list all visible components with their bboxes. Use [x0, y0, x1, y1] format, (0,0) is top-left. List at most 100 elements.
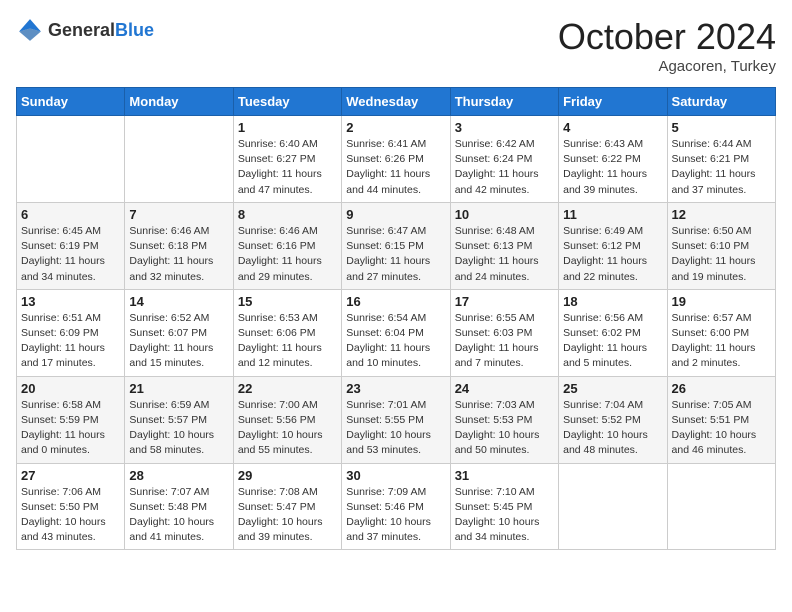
calendar-cell: 6 Sunrise: 6:45 AMSunset: 6:19 PMDaylight… [17, 202, 125, 289]
calendar-cell [17, 116, 125, 203]
calendar-cell: 21 Sunrise: 6:59 AMSunset: 5:57 PMDayligh… [125, 376, 233, 463]
day-info: Sunrise: 6:50 AMSunset: 6:10 PMDaylight:… [672, 224, 771, 285]
day-info: Sunrise: 7:03 AMSunset: 5:53 PMDaylight:… [455, 398, 554, 459]
day-info: Sunrise: 6:45 AMSunset: 6:19 PMDaylight:… [21, 224, 120, 285]
calendar-cell: 27 Sunrise: 7:06 AMSunset: 5:50 PMDayligh… [17, 463, 125, 550]
day-info: Sunrise: 6:44 AMSunset: 6:21 PMDaylight:… [672, 137, 771, 198]
day-number: 4 [563, 120, 662, 135]
title-block: October 2024 Agacoren, Turkey [558, 16, 776, 75]
col-header-friday: Friday [559, 88, 667, 116]
logo-blue-text: Blue [115, 20, 154, 40]
day-info: Sunrise: 6:46 AMSunset: 6:16 PMDaylight:… [238, 224, 337, 285]
location-subtitle: Agacoren, Turkey [558, 58, 776, 75]
calendar-cell: 17 Sunrise: 6:55 AMSunset: 6:03 PMDayligh… [450, 289, 558, 376]
calendar-cell: 13Sunrise: 6:51 AMSunset: 6:09 PMDayligh… [17, 289, 125, 376]
week-row-2: 6 Sunrise: 6:45 AMSunset: 6:19 PMDaylight… [17, 202, 776, 289]
logo-general-text: General [48, 20, 115, 40]
day-info: Sunrise: 7:10 AMSunset: 5:45 PMDaylight:… [455, 485, 554, 546]
day-info: Sunrise: 6:52 AMSunset: 6:07 PMDaylight:… [129, 311, 228, 372]
calendar-cell [667, 463, 775, 550]
page-header: GeneralBlue October 2024 Agacoren, Turke… [16, 16, 776, 75]
day-info: Sunrise: 6:54 AMSunset: 6:04 PMDaylight:… [346, 311, 445, 372]
logo-icon [16, 16, 44, 44]
day-number: 29 [238, 468, 337, 483]
day-info: Sunrise: 7:06 AMSunset: 5:50 PMDaylight:… [21, 485, 120, 546]
day-number: 21 [129, 381, 228, 396]
calendar-cell: 28Sunrise: 7:07 AMSunset: 5:48 PMDayligh… [125, 463, 233, 550]
day-number: 23 [346, 381, 445, 396]
calendar-table: SundayMondayTuesdayWednesdayThursdayFrid… [16, 87, 776, 550]
calendar-cell [125, 116, 233, 203]
day-number: 12 [672, 207, 771, 222]
day-number: 17 [455, 294, 554, 309]
week-row-3: 13Sunrise: 6:51 AMSunset: 6:09 PMDayligh… [17, 289, 776, 376]
week-row-1: 1 Sunrise: 6:40 AMSunset: 6:27 PMDaylight… [17, 116, 776, 203]
day-number: 13 [21, 294, 120, 309]
calendar-cell: 20 Sunrise: 6:58 AMSunset: 5:59 PMDayligh… [17, 376, 125, 463]
day-info: Sunrise: 7:00 AMSunset: 5:56 PMDaylight:… [238, 398, 337, 459]
day-number: 16 [346, 294, 445, 309]
day-number: 19 [672, 294, 771, 309]
calendar-cell: 15 Sunrise: 6:53 AMSunset: 6:06 PMDayligh… [233, 289, 341, 376]
day-info: Sunrise: 6:59 AMSunset: 5:57 PMDaylight:… [129, 398, 228, 459]
day-number: 18 [563, 294, 662, 309]
day-number: 9 [346, 207, 445, 222]
calendar-cell: 30 Sunrise: 7:09 AMSunset: 5:46 PMDayligh… [342, 463, 450, 550]
day-number: 3 [455, 120, 554, 135]
day-info: Sunrise: 7:01 AMSunset: 5:55 PMDaylight:… [346, 398, 445, 459]
day-info: Sunrise: 6:55 AMSunset: 6:03 PMDaylight:… [455, 311, 554, 372]
day-info: Sunrise: 7:04 AMSunset: 5:52 PMDaylight:… [563, 398, 662, 459]
day-number: 15 [238, 294, 337, 309]
calendar-cell: 2 Sunrise: 6:41 AMSunset: 6:26 PMDaylight… [342, 116, 450, 203]
day-info: Sunrise: 6:53 AMSunset: 6:06 PMDaylight:… [238, 311, 337, 372]
day-info: Sunrise: 6:40 AMSunset: 6:27 PMDaylight:… [238, 137, 337, 198]
calendar-cell: 7Sunrise: 6:46 AMSunset: 6:18 PMDaylight… [125, 202, 233, 289]
day-number: 2 [346, 120, 445, 135]
day-info: Sunrise: 7:05 AMSunset: 5:51 PMDaylight:… [672, 398, 771, 459]
col-header-tuesday: Tuesday [233, 88, 341, 116]
day-number: 24 [455, 381, 554, 396]
day-number: 1 [238, 120, 337, 135]
day-info: Sunrise: 6:42 AMSunset: 6:24 PMDaylight:… [455, 137, 554, 198]
day-number: 11 [563, 207, 662, 222]
day-number: 6 [21, 207, 120, 222]
col-header-monday: Monday [125, 88, 233, 116]
day-info: Sunrise: 6:49 AMSunset: 6:12 PMDaylight:… [563, 224, 662, 285]
calendar-cell: 16 Sunrise: 6:54 AMSunset: 6:04 PMDayligh… [342, 289, 450, 376]
day-info: Sunrise: 6:58 AMSunset: 5:59 PMDaylight:… [21, 398, 120, 459]
day-info: Sunrise: 7:08 AMSunset: 5:47 PMDaylight:… [238, 485, 337, 546]
day-info: Sunrise: 7:09 AMSunset: 5:46 PMDaylight:… [346, 485, 445, 546]
calendar-cell: 22Sunrise: 7:00 AMSunset: 5:56 PMDayligh… [233, 376, 341, 463]
calendar-cell: 23 Sunrise: 7:01 AMSunset: 5:55 PMDayligh… [342, 376, 450, 463]
calendar-cell: 1 Sunrise: 6:40 AMSunset: 6:27 PMDaylight… [233, 116, 341, 203]
day-number: 10 [455, 207, 554, 222]
col-header-saturday: Saturday [667, 88, 775, 116]
day-number: 30 [346, 468, 445, 483]
calendar-cell [559, 463, 667, 550]
col-header-thursday: Thursday [450, 88, 558, 116]
calendar-cell: 12 Sunrise: 6:50 AMSunset: 6:10 PMDayligh… [667, 202, 775, 289]
calendar-cell: 8Sunrise: 6:46 AMSunset: 6:16 PMDaylight… [233, 202, 341, 289]
calendar-cell: 3 Sunrise: 6:42 AMSunset: 6:24 PMDaylight… [450, 116, 558, 203]
calendar-cell: 10 Sunrise: 6:48 AMSunset: 6:13 PMDayligh… [450, 202, 558, 289]
calendar-cell: 29 Sunrise: 7:08 AMSunset: 5:47 PMDayligh… [233, 463, 341, 550]
day-info: Sunrise: 6:47 AMSunset: 6:15 PMDaylight:… [346, 224, 445, 285]
calendar-cell: 24 Sunrise: 7:03 AMSunset: 5:53 PMDayligh… [450, 376, 558, 463]
col-header-wednesday: Wednesday [342, 88, 450, 116]
day-number: 28 [129, 468, 228, 483]
calendar-cell: 25Sunrise: 7:04 AMSunset: 5:52 PMDayligh… [559, 376, 667, 463]
day-number: 20 [21, 381, 120, 396]
day-info: Sunrise: 6:48 AMSunset: 6:13 PMDaylight:… [455, 224, 554, 285]
calendar-cell: 11 Sunrise: 6:49 AMSunset: 6:12 PMDayligh… [559, 202, 667, 289]
day-info: Sunrise: 6:41 AMSunset: 6:26 PMDaylight:… [346, 137, 445, 198]
calendar-cell: 9 Sunrise: 6:47 AMSunset: 6:15 PMDaylight… [342, 202, 450, 289]
day-number: 27 [21, 468, 120, 483]
day-number: 26 [672, 381, 771, 396]
calendar-cell: 5Sunrise: 6:44 AMSunset: 6:21 PMDaylight… [667, 116, 775, 203]
calendar-cell: 18Sunrise: 6:56 AMSunset: 6:02 PMDayligh… [559, 289, 667, 376]
calendar-cell: 4Sunrise: 6:43 AMSunset: 6:22 PMDaylight… [559, 116, 667, 203]
day-number: 7 [129, 207, 228, 222]
week-row-5: 27 Sunrise: 7:06 AMSunset: 5:50 PMDayligh… [17, 463, 776, 550]
calendar-header-row: SundayMondayTuesdayWednesdayThursdayFrid… [17, 88, 776, 116]
day-number: 14 [129, 294, 228, 309]
